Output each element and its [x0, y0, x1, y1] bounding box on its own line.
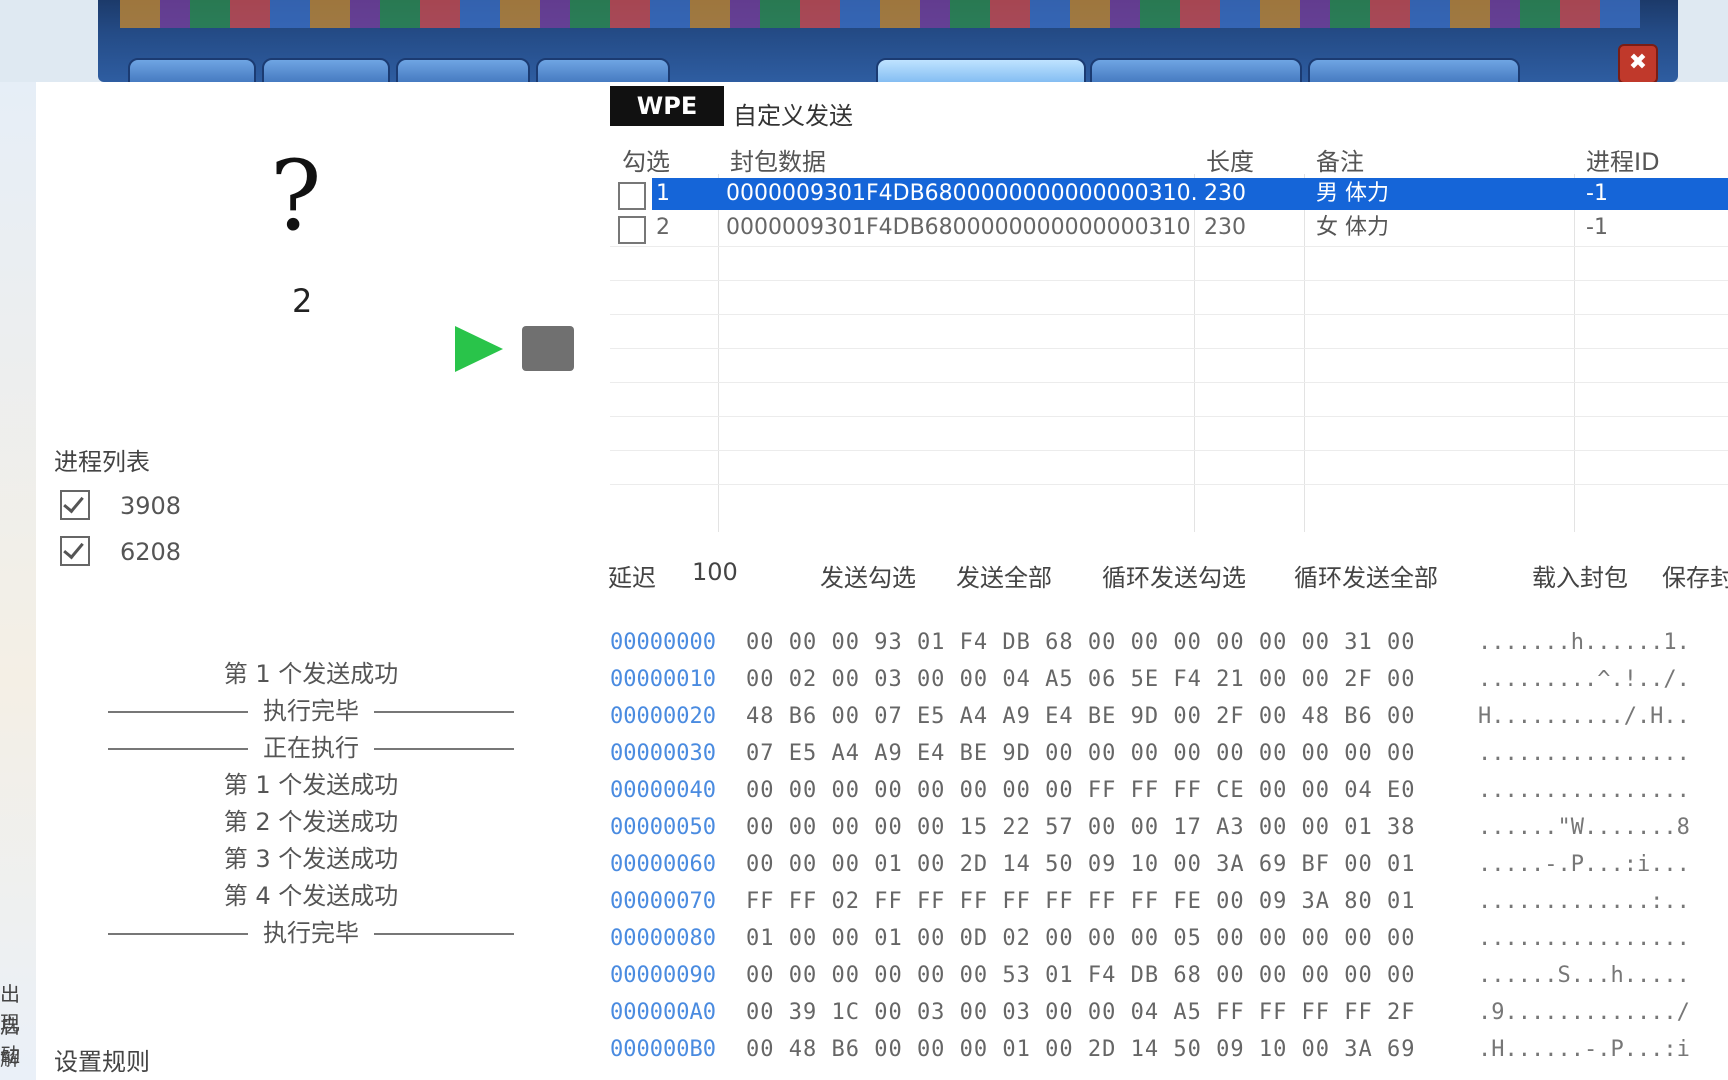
- packet-length: 230: [1204, 215, 1246, 240]
- close-icon[interactable]: ✖: [1618, 44, 1658, 84]
- row-checkbox[interactable]: [618, 182, 646, 210]
- log-separator: 正在执行: [108, 730, 514, 767]
- log-line: 第 3 个发送成功: [223, 845, 399, 873]
- process-item[interactable]: 6208: [60, 536, 181, 566]
- hex-row: 00000030 07 E5 A4 A9 E4 BE 9D 00 00 00 00…: [610, 741, 1690, 766]
- game-banner: [120, 0, 1640, 28]
- row-divider: [610, 382, 1728, 383]
- strip-fragment: 解: [0, 1046, 20, 1070]
- loop-send-all-button[interactable]: 循环发送全部: [1294, 558, 1438, 593]
- hex-row: 000000B0 00 48 B6 00 00 00 01 00 2D 14 50…: [610, 1037, 1690, 1062]
- row-index: 2: [656, 215, 670, 240]
- hex-row: 00000000 00 00 00 93 01 F4 DB 68 00 00 00…: [610, 630, 1690, 655]
- packet-data: 0000009301F4DB6800000000000000310...: [726, 215, 1190, 240]
- delay-label: 延迟: [608, 564, 656, 592]
- row-checkbox[interactable]: [618, 216, 646, 244]
- execution-log: 第 1 个发送成功 执行完毕 正在执行 第 1 个发送成功 第 2 个发送成功 …: [108, 656, 514, 952]
- hex-dump: 00000000 00 00 00 93 01 F4 DB 68 00 00 00…: [610, 624, 1690, 1068]
- send-all-button[interactable]: 发送全部: [956, 558, 1052, 593]
- packet-note: 女 体力: [1316, 215, 1389, 240]
- process-id: 6208: [120, 538, 182, 566]
- tab-custom-send[interactable]: 自定义发送: [733, 96, 853, 131]
- column-header-check[interactable]: 勾选: [622, 142, 670, 177]
- row-divider: [610, 246, 1728, 247]
- send-count: 2: [292, 282, 313, 320]
- row-index: 1: [652, 178, 720, 210]
- log-separator: 执行完毕: [108, 693, 514, 730]
- table-row[interactable]: 2 0000009301F4DB6800000000000000310... 2…: [610, 212, 1728, 246]
- send-checked-button[interactable]: 发送勾选: [820, 558, 916, 593]
- process-list-title: 进程列表: [54, 448, 150, 476]
- process-checkbox[interactable]: [60, 536, 90, 566]
- hex-row: 00000020 48 B6 00 07 E5 A4 A9 E4 BE 9D 00…: [610, 704, 1690, 729]
- column-header-note[interactable]: 备注: [1316, 142, 1364, 177]
- process-id: 3908: [120, 492, 182, 520]
- stop-icon[interactable]: [522, 326, 574, 371]
- packet-table: 勾选 封包数据 长度 备注 进程ID 1 0000009301F4DB68000…: [610, 134, 1728, 532]
- loop-send-checked-button[interactable]: 循环发送勾选: [1102, 558, 1246, 593]
- hex-row: 00000050 00 00 00 00 00 15 22 57 00 00 17…: [610, 815, 1690, 840]
- log-line: 第 4 个发送成功: [223, 882, 399, 910]
- packet-pid: -1: [1576, 178, 1728, 210]
- save-packet-button[interactable]: 保存封: [1662, 558, 1728, 593]
- play-icon[interactable]: [455, 326, 503, 372]
- column-header-pid[interactable]: 进程ID: [1586, 142, 1660, 177]
- hex-row: 00000010 00 02 00 03 00 00 04 A5 06 5E F4…: [610, 667, 1690, 692]
- column-header-data[interactable]: 封包数据: [730, 142, 826, 177]
- row-divider: [610, 348, 1728, 349]
- packet-pid: -1: [1586, 215, 1608, 240]
- process-checkbox[interactable]: [60, 490, 90, 520]
- hex-row: 00000070 FF FF 02 FF FF FF FF FF FF FF FE…: [610, 889, 1690, 914]
- log-separator: 执行完毕: [108, 915, 514, 952]
- load-packet-button[interactable]: 载入封包: [1532, 558, 1628, 593]
- status-question-mark: ?: [270, 140, 322, 252]
- column-header-length[interactable]: 长度: [1206, 142, 1254, 177]
- hex-row: 00000080 01 00 00 01 00 0D 02 00 00 00 05…: [610, 926, 1690, 951]
- row-divider: [610, 484, 1728, 485]
- row-divider: [610, 450, 1728, 451]
- packet-note: 男 体力: [1306, 178, 1582, 210]
- process-item[interactable]: 3908: [60, 490, 181, 520]
- hex-row: 00000090 00 00 00 00 00 00 53 01 F4 DB 68…: [610, 963, 1690, 988]
- hex-row: 00000060 00 00 00 01 00 2D 14 50 09 10 00…: [610, 852, 1690, 877]
- tab-wpe[interactable]: WPE: [610, 86, 724, 126]
- packet-length: 230: [1196, 178, 1310, 210]
- hex-row: 000000A0 00 39 1C 00 03 00 03 00 00 04 A5…: [610, 1000, 1690, 1025]
- delay-input[interactable]: 100: [692, 558, 738, 586]
- log-line: 第 1 个发送成功: [223, 660, 399, 688]
- hex-row: 00000040 00 00 00 00 00 00 00 00 FF FF FF…: [610, 778, 1690, 803]
- set-rule-button[interactable]: 设置规则: [54, 1042, 150, 1077]
- log-line: 第 2 个发送成功: [223, 808, 399, 836]
- table-row[interactable]: 1 0000009301F4DB6800000000000000310... 2…: [610, 178, 1728, 212]
- left-background-strip: 出现 启动 解: [0, 82, 36, 1080]
- row-divider: [610, 314, 1728, 315]
- row-divider: [610, 280, 1728, 281]
- row-divider: [610, 416, 1728, 417]
- packet-data: 0000009301F4DB6800000000000000310...: [720, 178, 1196, 210]
- log-line: 第 1 个发送成功: [223, 771, 399, 799]
